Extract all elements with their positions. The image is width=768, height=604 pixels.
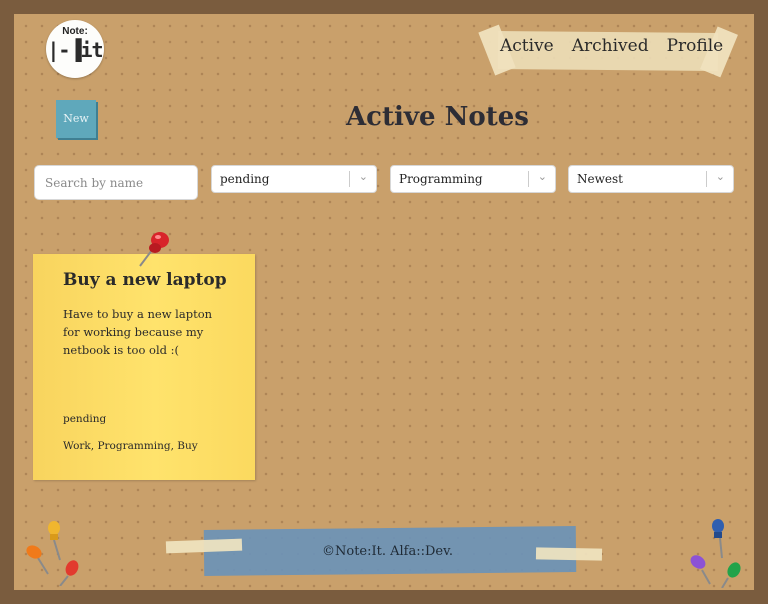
red-pushpin-icon bbox=[139, 232, 169, 267]
main-nav: Active Archived Profile bbox=[500, 36, 723, 60]
note-tags: Work, Programming, Buy bbox=[63, 440, 198, 452]
select-separator bbox=[706, 171, 707, 187]
category-select-value: Programming bbox=[399, 172, 483, 186]
logo-text-main: |-▐it bbox=[47, 38, 103, 62]
note-body: Have to buy a new lapton for working bec… bbox=[63, 307, 213, 357]
chevron-down-icon: ⌄ bbox=[537, 170, 547, 183]
note-status: pending bbox=[63, 413, 107, 425]
footer-tape-strip bbox=[535, 547, 603, 561]
app-logo[interactable]: Note: |-▐it bbox=[46, 20, 104, 78]
note-title: Buy a new laptop bbox=[63, 270, 227, 290]
cork-board: Note: |-▐it Active Archived Profile New … bbox=[14, 14, 754, 590]
chevron-down-icon: ⌄ bbox=[358, 170, 368, 183]
chevron-down-icon: ⌄ bbox=[715, 170, 725, 183]
new-note-button[interactable]: New bbox=[56, 100, 96, 138]
sort-select-value: Newest bbox=[577, 172, 623, 186]
select-separator bbox=[349, 171, 350, 187]
footer-copyright: ©Note:It. Alfa::Dev. bbox=[322, 544, 454, 559]
nav-item-archived[interactable]: Archived bbox=[572, 36, 649, 60]
category-select[interactable]: Programming ⌄ bbox=[390, 165, 556, 193]
status-select[interactable]: pending ⌄ bbox=[211, 165, 377, 193]
note-card[interactable]: Buy a new laptop Have to buy a new lapto… bbox=[33, 254, 255, 480]
select-separator bbox=[528, 171, 529, 187]
nav-item-profile[interactable]: Profile bbox=[667, 36, 724, 60]
status-select-value: pending bbox=[220, 172, 270, 186]
search-input[interactable] bbox=[34, 165, 198, 200]
pushpin-cluster-icon bbox=[690, 519, 741, 588]
logo-text-top: Note: bbox=[62, 26, 88, 37]
sort-select[interactable]: Newest ⌄ bbox=[568, 165, 734, 193]
pushpin-cluster-icon bbox=[26, 521, 79, 586]
page-title: Active Notes bbox=[346, 102, 529, 132]
nav-item-active[interactable]: Active bbox=[500, 36, 554, 60]
